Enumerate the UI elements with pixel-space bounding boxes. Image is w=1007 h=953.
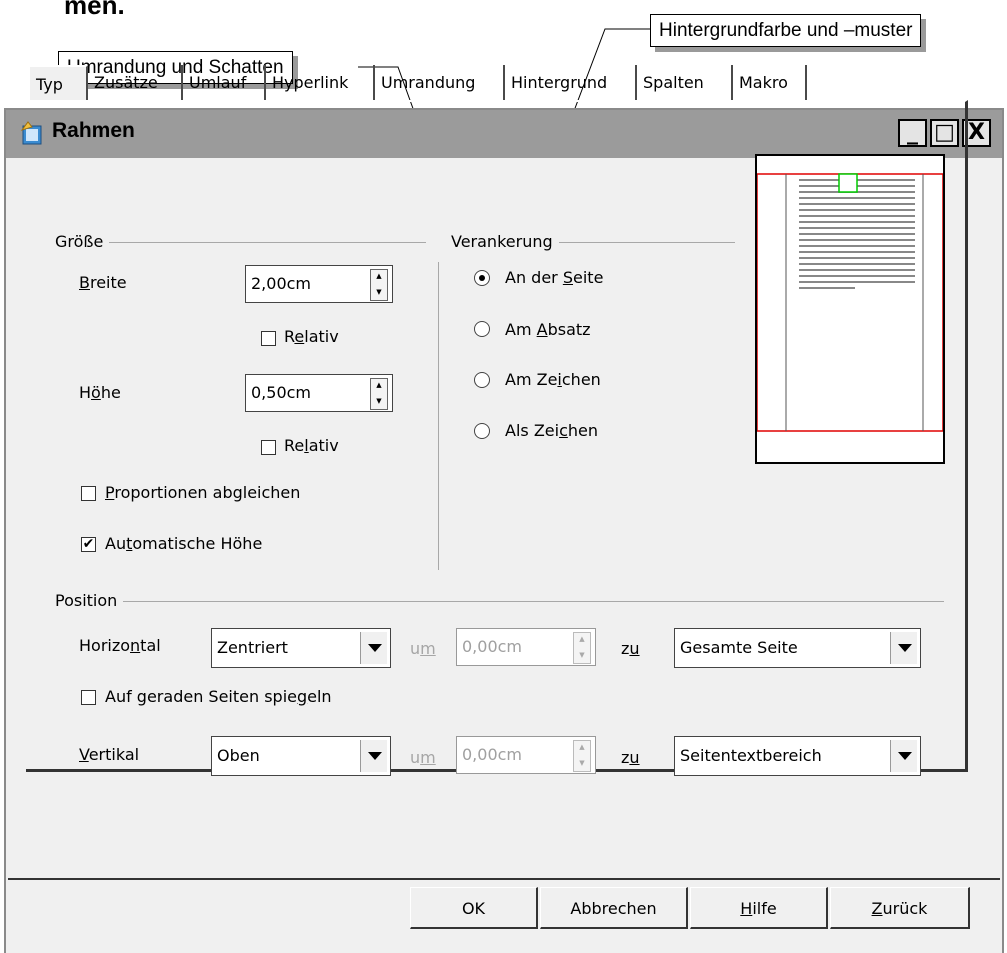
anchor-character-radio[interactable] <box>474 372 490 388</box>
vertical-by-spinner[interactable]: 0,00cm ▲ ▼ <box>456 736 596 774</box>
vertical-to-value: Seitentextbereich <box>680 746 822 765</box>
tab-umlauf[interactable]: Umlauf <box>183 65 266 100</box>
height-value: 0,50cm <box>251 383 312 402</box>
proportions-checkbox[interactable] <box>81 486 96 501</box>
horizontal-label: Horizontal <box>79 636 161 655</box>
vertical-select[interactable]: Oben <box>211 736 391 776</box>
help-button[interactable]: Hilfe <box>690 887 828 929</box>
auto-height-label: Automatische Höhe <box>105 534 263 553</box>
width-relative-checkbox[interactable] <box>261 331 276 346</box>
horizontal-by-spin-arrows[interactable]: ▲ ▼ <box>573 632 591 664</box>
chevron-down-icon[interactable] <box>360 740 387 772</box>
button-bar-separator <box>8 878 1000 880</box>
anchor-character-label: Am Zeichen <box>505 370 601 389</box>
frame-preview <box>755 154 945 464</box>
width-spin-arrows[interactable]: ▲ ▼ <box>370 269 388 301</box>
chevron-down-icon[interactable] <box>890 740 917 772</box>
width-label: Breite <box>79 273 127 292</box>
tab-spalten[interactable]: Spalten <box>637 65 733 100</box>
auto-height-checkbox[interactable]: ✔ <box>81 537 96 552</box>
horizontal-by-value: 0,00cm <box>462 637 523 656</box>
vertical-by-value: 0,00cm <box>462 745 523 764</box>
horizontal-to-select[interactable]: Gesamte Seite <box>674 628 921 668</box>
close-icon: X <box>968 120 985 145</box>
tab-makro[interactable]: Makro <box>733 65 807 100</box>
anchor-as-character-radio[interactable] <box>474 423 490 439</box>
height-spin-arrows[interactable]: ▲ ▼ <box>370 378 388 410</box>
horizontal-value: Zentriert <box>217 638 288 657</box>
width-value: 2,00cm <box>251 274 312 293</box>
position-group-line <box>60 601 944 602</box>
height-label: Höhe <box>79 383 121 402</box>
vertical-label: Vertikal <box>79 745 140 764</box>
proportions-label: Proportionen abgleichen <box>105 483 301 502</box>
vertical-by-spin-arrows[interactable]: ▲ ▼ <box>573 740 591 772</box>
size-group-label: Größe <box>55 232 110 251</box>
vertical-to-label: zu <box>621 748 640 767</box>
mirror-label: Auf geraden Seiten spiegeln <box>105 687 332 706</box>
document-heading-fragment: men. <box>64 0 125 20</box>
group-separator <box>438 262 439 570</box>
height-relative-label: Relativ <box>284 436 339 455</box>
chevron-down-icon[interactable] <box>890 632 917 664</box>
horizontal-by-spinner[interactable]: 0,00cm ▲ ▼ <box>456 628 596 666</box>
anchor-paragraph-radio[interactable] <box>474 321 490 337</box>
anchor-group-label: Verankerung <box>451 232 559 251</box>
vertical-value: Oben <box>217 746 260 765</box>
cancel-button[interactable]: Abbrechen <box>540 887 688 929</box>
tab-zusaetze[interactable]: Zusätze <box>88 65 183 100</box>
tab-hyperlink[interactable]: Hyperlink <box>266 65 375 100</box>
preview-page-graphic <box>757 173 943 432</box>
width-spinner[interactable]: 2,00cm ▲ ▼ <box>245 265 393 303</box>
anchor-as-character-label: Als Zeichen <box>505 421 598 440</box>
position-group-label: Position <box>55 591 124 610</box>
anchor-page-label: An der Seite <box>505 268 604 287</box>
back-button[interactable]: Zurück <box>830 887 970 929</box>
height-relative-checkbox[interactable] <box>261 440 276 455</box>
tab-typ[interactable]: Typ <box>30 65 88 100</box>
horizontal-by-label: um <box>410 639 436 658</box>
vertical-to-select[interactable]: Seitentextbereich <box>674 736 921 776</box>
horizontal-select[interactable]: Zentriert <box>211 628 391 668</box>
vertical-by-label: um <box>410 748 436 767</box>
mirror-checkbox[interactable] <box>81 690 96 705</box>
tab-umrandung[interactable]: Umrandung <box>375 65 505 100</box>
size-group-line <box>60 242 426 243</box>
callout-background: Hintergrundfarbe und –muster <box>650 14 922 47</box>
height-spinner[interactable]: 0,50cm ▲ ▼ <box>245 374 393 412</box>
anchor-page-radio[interactable] <box>474 270 490 286</box>
horizontal-to-label: zu <box>621 639 640 658</box>
ok-button[interactable]: OK <box>410 887 538 929</box>
chevron-down-icon[interactable] <box>360 632 387 664</box>
width-relative-label: Relativ <box>284 327 339 346</box>
horizontal-to-value: Gesamte Seite <box>680 638 798 657</box>
tab-hintergrund[interactable]: Hintergrund <box>505 65 637 100</box>
anchor-paragraph-label: Am Absatz <box>505 320 591 339</box>
